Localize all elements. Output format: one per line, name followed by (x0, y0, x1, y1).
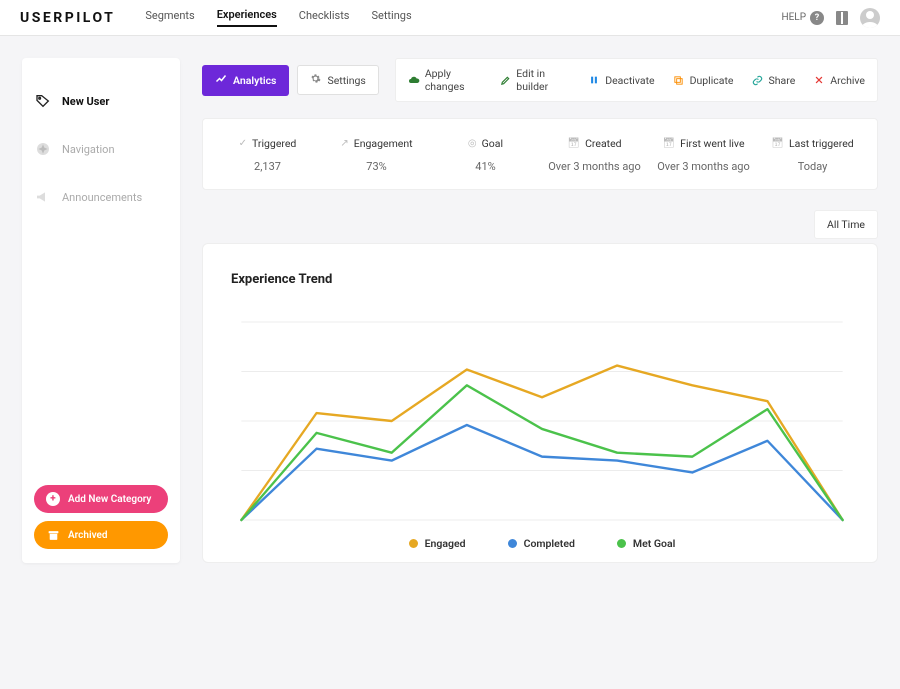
add-category-label: Add New Category (68, 494, 151, 505)
stat-value: Over 3 months ago (649, 160, 758, 173)
sidebar-item-label: Announcements (62, 191, 142, 204)
duplicate-button[interactable]: Duplicate (665, 70, 742, 91)
pause-icon (588, 74, 600, 86)
sidebar-item-label: Navigation (62, 143, 115, 156)
cursor-icon: ↗ (340, 138, 348, 149)
tool-label: Edit in builder (516, 67, 570, 93)
megaphone-icon (34, 188, 52, 206)
chart-legend: Engaged Completed Met Goal (231, 537, 853, 550)
stat-label-text: First went live (680, 137, 744, 150)
analytics-label: Analytics (233, 74, 276, 87)
settings-label: Settings (327, 74, 365, 87)
chart-card: Experience Trend Engaged Completed Met G… (202, 243, 878, 563)
legend-completed: Completed (508, 537, 575, 550)
pencil-icon (500, 74, 511, 86)
stat-label-text: Goal (482, 137, 503, 150)
help-icon: ? (810, 11, 824, 25)
tag-icon (34, 92, 52, 110)
experience-trend-chart (231, 311, 853, 531)
help-button[interactable]: HELP ? (781, 11, 824, 25)
compass-icon (34, 140, 52, 158)
help-label: HELP (781, 12, 806, 23)
analytics-tab[interactable]: Analytics (202, 65, 289, 96)
legend-label: Engaged (425, 537, 466, 550)
sidebar: New User Navigation Announcements + Add … (22, 58, 180, 563)
metgoal-dot (617, 539, 626, 548)
stat-value: Today (758, 160, 867, 173)
archived-label: Archived (68, 530, 108, 541)
plus-icon: + (46, 492, 60, 506)
tool-label: Share (769, 74, 796, 87)
legend-engaged: Engaged (409, 537, 466, 550)
stats-card: ✓ Triggered 2,137 ↗ Engagement 73% ◎ Goal 4… (202, 118, 878, 190)
filter-row: All Time (202, 210, 878, 239)
topbar: USERPILOT Segments Experiences Checklist… (0, 0, 900, 36)
share-button[interactable]: Share (744, 70, 804, 91)
calendar-icon: 📅︎ (567, 138, 580, 149)
calendar-icon: 📅︎ (662, 138, 675, 149)
brand-logo: USERPILOT (20, 10, 115, 26)
archive-button[interactable]: Archive (805, 70, 873, 91)
tool-label: Duplicate (690, 74, 734, 87)
nav-checklists[interactable]: Checklists (299, 9, 350, 26)
sidebar-item-label: New User (62, 95, 109, 108)
user-avatar[interactable] (860, 8, 880, 28)
stat-created: 📅︎ Created Over 3 months ago (540, 137, 649, 173)
stat-first-live: 📅︎ First went live Over 3 months ago (649, 137, 758, 173)
target-icon: ◎ (468, 138, 477, 149)
stat-label-text: Engagement (354, 137, 413, 150)
gear-icon (310, 73, 321, 87)
toolbar: Apply changes Edit in builder Deactivate (395, 58, 878, 102)
legend-label: Met Goal (633, 537, 675, 550)
apply-changes-button[interactable]: Apply changes (400, 63, 490, 97)
sidebar-item-new-user[interactable]: New User (34, 86, 168, 116)
settings-tab[interactable]: Settings (297, 65, 378, 95)
analytics-icon (215, 73, 227, 88)
docs-icon[interactable] (836, 11, 848, 25)
stat-engagement: ↗ Engagement 73% (322, 137, 431, 173)
nav-experiences[interactable]: Experiences (217, 8, 277, 27)
stat-value: Over 3 months ago (540, 160, 649, 173)
stat-label-text: Triggered (252, 137, 296, 150)
completed-dot (508, 539, 517, 548)
add-category-button[interactable]: + Add New Category (34, 485, 168, 513)
link-icon (752, 74, 764, 86)
content-area: Analytics Settings Apply changes (202, 58, 878, 563)
calendar-icon: 📅︎ (771, 138, 784, 149)
check-icon: ✓ (239, 138, 247, 149)
archived-button[interactable]: Archived (34, 521, 168, 549)
engaged-dot (409, 539, 418, 548)
stat-label-text: Last triggered (789, 137, 854, 150)
x-icon (813, 74, 825, 86)
stat-goal: ◎ Goal 41% (431, 137, 540, 173)
tool-label: Apply changes (425, 67, 482, 93)
deactivate-button[interactable]: Deactivate (580, 70, 662, 91)
top-nav: Segments Experiences Checklists Settings (145, 8, 411, 27)
nav-segments[interactable]: Segments (145, 9, 194, 26)
time-range-dropdown[interactable]: All Time (814, 210, 878, 239)
nav-settings[interactable]: Settings (371, 9, 411, 26)
stat-label-text: Created (585, 137, 622, 150)
stat-value: 73% (322, 160, 431, 173)
stat-last-triggered: 📅︎ Last triggered Today (758, 137, 867, 173)
legend-metgoal: Met Goal (617, 537, 675, 550)
stat-value: 2,137 (213, 160, 322, 173)
tool-label: Deactivate (605, 74, 654, 87)
legend-label: Completed (524, 537, 575, 550)
stat-value: 41% (431, 160, 540, 173)
copy-icon (673, 74, 685, 86)
edit-builder-button[interactable]: Edit in builder (492, 63, 578, 97)
sidebar-item-announcements[interactable]: Announcements (34, 182, 168, 212)
stat-triggered: ✓ Triggered 2,137 (213, 137, 322, 173)
chart-title: Experience Trend (231, 272, 853, 287)
archive-icon (46, 528, 60, 542)
action-bar: Analytics Settings Apply changes (202, 58, 878, 102)
tool-label: Archive (830, 74, 865, 87)
topbar-right: HELP ? (781, 8, 880, 28)
cloud-upload-icon (408, 74, 420, 86)
sidebar-item-navigation[interactable]: Navigation (34, 134, 168, 164)
